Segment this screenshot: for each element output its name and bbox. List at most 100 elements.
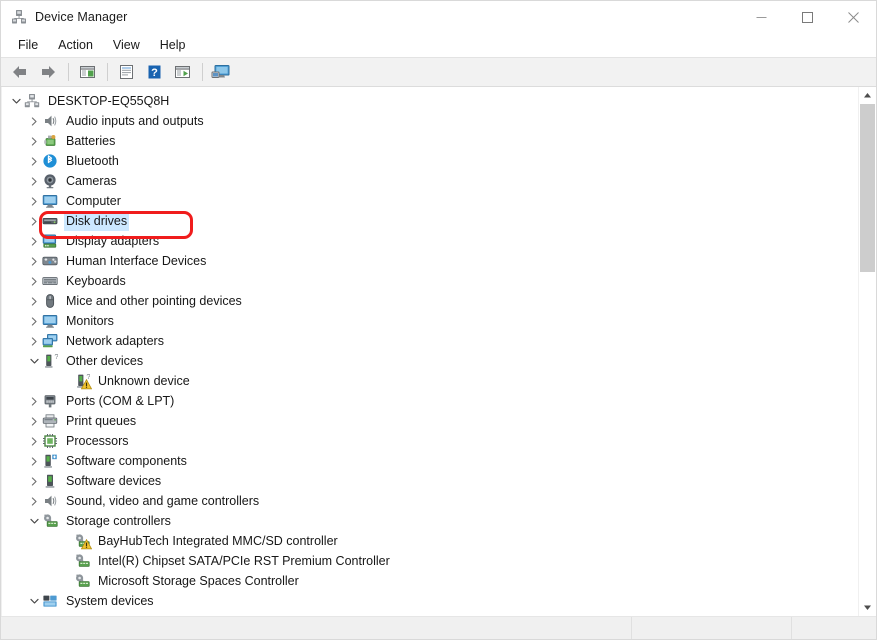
toolbar: ? xyxy=(1,57,876,87)
tree-item-bayhubtech-integrated-mmc-sd-controller[interactable]: BayHubTech Integrated MMC/SD controller xyxy=(2,531,858,551)
tree-item-software-components[interactable]: Software components xyxy=(2,451,858,471)
toolbar-separator-1 xyxy=(68,63,69,81)
menu-help[interactable]: Help xyxy=(151,36,195,54)
chevron-right-icon[interactable] xyxy=(26,131,42,151)
menu-action[interactable]: Action xyxy=(49,36,102,54)
toolbar-separator-3 xyxy=(202,63,203,81)
tree-item-other-devices[interactable]: ? Other devices xyxy=(2,351,858,371)
bluetooth-icon xyxy=(42,153,58,169)
chevron-right-icon[interactable] xyxy=(26,151,42,171)
chevron-down-icon[interactable] xyxy=(26,351,42,371)
chevron-right-icon[interactable] xyxy=(26,431,42,451)
update-driver-button[interactable] xyxy=(169,60,195,84)
tree-item-batteries[interactable]: Batteries xyxy=(2,131,858,151)
chevron-right-icon[interactable] xyxy=(26,251,42,271)
status-bar xyxy=(1,617,876,639)
menu-view[interactable]: View xyxy=(104,36,149,54)
window-controls xyxy=(738,1,876,33)
tree-item-label: Mice and other pointing devices xyxy=(66,294,242,308)
tree-item-label: Processors xyxy=(66,434,129,448)
mouse-icon xyxy=(42,293,58,309)
chevron-right-icon[interactable] xyxy=(26,171,42,191)
tree-item-disk-drives[interactable]: Disk drives xyxy=(2,211,858,231)
tree-item-label: DESKTOP-EQ55Q8H xyxy=(48,94,170,108)
device-tree[interactable]: DESKTOP-EQ55Q8H Audio inputs and outputs B… xyxy=(1,87,858,616)
tree-item-system-devices[interactable]: System devices xyxy=(2,591,858,611)
tree-item-microsoft-storage-spaces-controller[interactable]: Microsoft Storage Spaces Controller xyxy=(2,571,858,591)
tree-item-print-queues[interactable]: Print queues xyxy=(2,411,858,431)
status-pane-1 xyxy=(1,617,631,639)
show-hide-console-tree-button[interactable] xyxy=(74,60,100,84)
scrollbar-thumb[interactable] xyxy=(860,104,875,272)
tree-item-bluetooth[interactable]: Bluetooth xyxy=(2,151,858,171)
software-component-icon xyxy=(42,453,58,469)
tree-item-mice-and-other-pointing-devices[interactable]: Mice and other pointing devices xyxy=(2,291,858,311)
tree-item-human-interface-devices[interactable]: Human Interface Devices xyxy=(2,251,858,271)
tree-item-keyboards[interactable]: Keyboards xyxy=(2,271,858,291)
scan-hardware-changes-button[interactable] xyxy=(208,60,234,84)
chevron-down-icon[interactable] xyxy=(8,91,24,111)
chevron-right-icon[interactable] xyxy=(26,271,42,291)
tree-item-unknown-device[interactable]: ? Unknown device xyxy=(2,371,858,391)
scroll-up-arrow[interactable] xyxy=(859,87,876,104)
tree-item-processors[interactable]: Processors xyxy=(2,431,858,451)
chevron-right-icon[interactable] xyxy=(26,411,42,431)
tree-item-label: Print queues xyxy=(66,414,137,428)
tree-item-software-devices[interactable]: Software devices xyxy=(2,471,858,491)
keyboard-icon xyxy=(42,273,58,289)
tree-item-label: Human Interface Devices xyxy=(66,254,207,268)
tree-item-label: Monitors xyxy=(66,314,114,328)
chevron-down-icon[interactable] xyxy=(26,591,42,611)
tree-item-storage-controllers[interactable]: Storage controllers xyxy=(2,511,858,531)
chevron-right-icon[interactable] xyxy=(26,211,42,231)
close-button[interactable] xyxy=(830,1,876,33)
maximize-button[interactable] xyxy=(784,1,830,33)
tree-item-monitors[interactable]: Monitors xyxy=(2,311,858,331)
svg-text:?: ? xyxy=(151,67,158,79)
chevron-right-icon[interactable] xyxy=(26,191,42,211)
tree-item-label: Batteries xyxy=(66,134,116,148)
help-button[interactable]: ? xyxy=(141,60,167,84)
storage-controller-icon xyxy=(74,553,90,569)
tree-item-label: Intel(R) Chipset SATA/PCIe RST Premium C… xyxy=(98,554,390,568)
title-bar: Device Manager xyxy=(1,1,876,33)
scroll-down-arrow[interactable] xyxy=(859,599,876,616)
chevron-right-icon[interactable] xyxy=(26,291,42,311)
tree-item-display-adapters[interactable]: Display adapters xyxy=(2,231,858,251)
tree-item-ports-com-lpt[interactable]: Ports (COM & LPT) xyxy=(2,391,858,411)
tree-item-label: Display adapters xyxy=(66,234,160,248)
chevron-right-icon[interactable] xyxy=(26,231,42,251)
chevron-right-icon[interactable] xyxy=(26,311,42,331)
tree-item-network-adapters[interactable]: Network adapters xyxy=(2,331,858,351)
tree-item-computer[interactable]: Computer xyxy=(2,191,858,211)
tree-item-audio-inputs-and-outputs[interactable]: Audio inputs and outputs xyxy=(2,111,858,131)
chevron-right-icon[interactable] xyxy=(26,471,42,491)
back-button[interactable] xyxy=(7,60,33,84)
chevron-right-icon[interactable] xyxy=(26,331,42,351)
tree-item-cameras[interactable]: Cameras xyxy=(2,171,858,191)
chevron-down-icon[interactable] xyxy=(26,511,42,531)
storage-controller-icon xyxy=(42,513,58,529)
chevron-right-icon[interactable] xyxy=(26,491,42,511)
tree-item-desktop-eq55q8h[interactable]: DESKTOP-EQ55Q8H xyxy=(2,91,858,111)
tree-item-label: Computer xyxy=(66,194,121,208)
forward-button[interactable] xyxy=(35,60,61,84)
software-device-icon xyxy=(42,473,58,489)
menu-file[interactable]: File xyxy=(9,36,47,54)
scrollbar-track[interactable] xyxy=(859,104,876,599)
minimize-button[interactable] xyxy=(738,1,784,33)
tree-item-label: Disk drives xyxy=(64,211,130,231)
tree-item-label: BayHubTech Integrated MMC/SD controller xyxy=(98,534,338,548)
menu-bar: File Action View Help xyxy=(1,33,876,57)
properties-button[interactable] xyxy=(113,60,139,84)
port-icon xyxy=(42,393,58,409)
chevron-right-icon[interactable] xyxy=(26,111,42,131)
vertical-scrollbar[interactable] xyxy=(858,87,876,616)
chevron-right-icon[interactable] xyxy=(26,391,42,411)
tree-item-sound-video-and-game-controllers[interactable]: Sound, video and game controllers xyxy=(2,491,858,511)
chevron-right-icon[interactable] xyxy=(26,451,42,471)
display-adapter-icon xyxy=(42,233,58,249)
tree-item-intel-r-chipset-sata-pcie-rst-premium-controller[interactable]: Intel(R) Chipset SATA/PCIe RST Premium C… xyxy=(2,551,858,571)
status-pane-3 xyxy=(791,617,876,639)
